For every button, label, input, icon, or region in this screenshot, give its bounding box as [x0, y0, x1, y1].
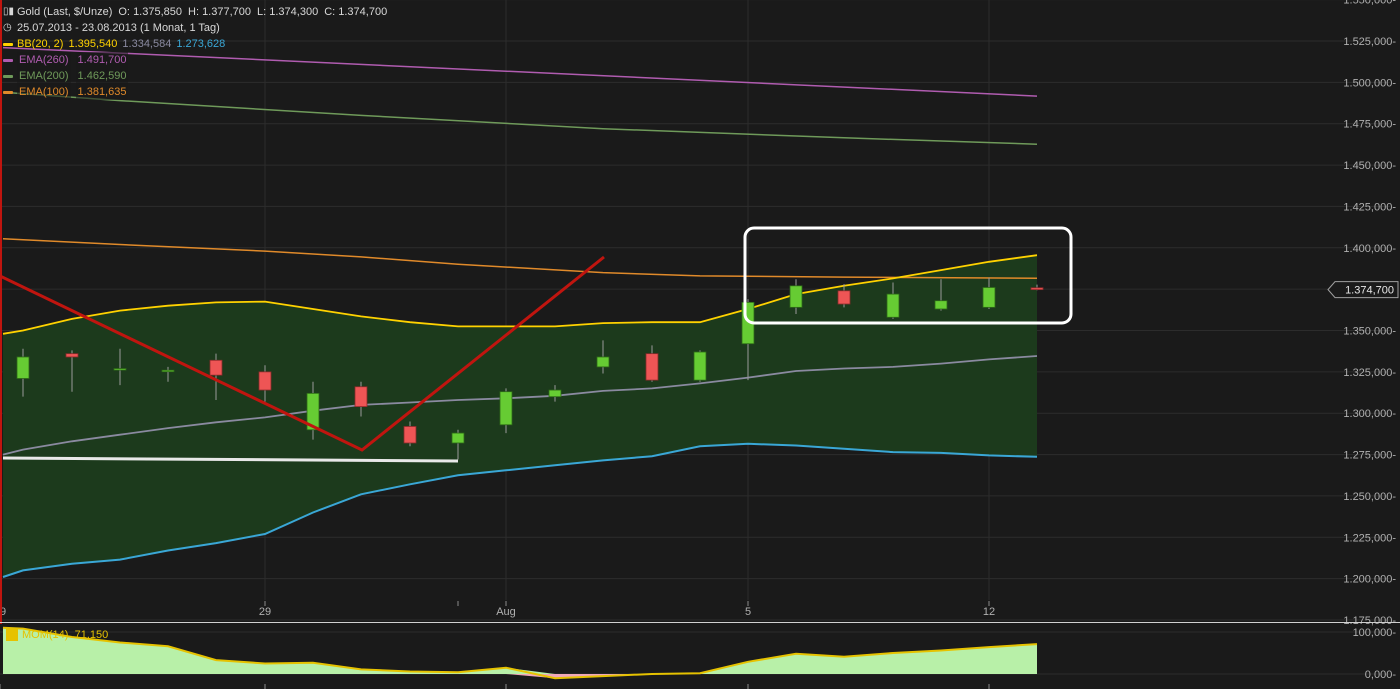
y-tick-label: 1.500,000-	[1343, 77, 1396, 89]
ema200-value: 1.462,590	[75, 68, 129, 84]
ema100-value: 1.381,635	[75, 84, 129, 100]
period-row: ◷ 25.07.2013 - 23.08.2013 (1 Monat, 1 Ta…	[3, 20, 387, 36]
x-tick-label: Aug	[496, 606, 516, 618]
high-label: H:	[188, 6, 199, 18]
close-value: 1.374,700	[338, 6, 388, 18]
y-tick-label: 1.475,000-	[1343, 119, 1396, 131]
open-label: O:	[118, 6, 130, 18]
low-label: L:	[257, 6, 267, 18]
candle-down	[354, 386, 368, 407]
candle-down	[837, 290, 851, 305]
candle-down	[258, 371, 272, 391]
candle-up	[499, 391, 513, 426]
y-tick-label: 1.450,000-	[1343, 160, 1396, 172]
x-tick-label: 29	[259, 606, 271, 618]
momentum-legend[interactable]: MOM(14) 71,150	[6, 629, 108, 641]
y-tick-label: 1.225,000-	[1343, 532, 1396, 544]
bb-upper-value: 1.395,540	[68, 38, 118, 50]
high-value: 1.377,700	[202, 6, 251, 18]
candlestick-icon: ▯▮	[3, 6, 15, 17]
momentum-swatch-icon	[6, 629, 18, 641]
ema260-name: EMA(260)	[17, 52, 71, 68]
candle-down	[65, 353, 79, 358]
y-tick-label: 1.200,000-	[1343, 574, 1396, 586]
y-tick-label: 1.300,000-	[1343, 408, 1396, 420]
momentum-name: MOM(14)	[22, 629, 69, 641]
y-tick-label: 1.550,000-	[1343, 0, 1396, 7]
clock-icon: ◷	[3, 22, 12, 33]
bb-name: BB(20, 2)	[17, 38, 64, 50]
candle-up	[596, 356, 610, 368]
instrument-name: Gold (Last, $/Unze)	[17, 6, 113, 18]
candle-up	[16, 356, 30, 379]
candle-down	[209, 359, 223, 376]
ema260-value: 1.491,700	[75, 52, 129, 68]
legend-ema200[interactable]: EMA(200) 1.462,590	[3, 68, 387, 84]
ema100-name: EMA(100)	[17, 84, 71, 100]
instrument-row: ▯▮ Gold (Last, $/Unze) O: 1.375,850 H: 1…	[3, 4, 387, 20]
ema200-swatch-icon	[3, 74, 13, 78]
legend-bb[interactable]: BB(20, 2) 1.395,540 1.334,584 1.273,628	[3, 36, 387, 52]
candle-up	[693, 351, 707, 381]
close-label: C:	[324, 6, 336, 18]
chart-canvas: 1.175,000- 1.200,000- 1.225,000- 1.250,000-…	[0, 0, 1400, 689]
candle-down	[403, 426, 417, 444]
ema200-name: EMA(200)	[17, 68, 71, 84]
bb-middle-value: 1.334,584	[122, 38, 172, 50]
candle-up	[451, 432, 465, 444]
bb-lower-value: 1.273,628	[176, 38, 226, 50]
candle-down	[645, 353, 659, 381]
y-tick-label: 1.275,000-	[1343, 450, 1396, 462]
y-tick-label: 1.400,000-	[1343, 243, 1396, 255]
y-tick-label: 1.350,000-	[1343, 326, 1396, 338]
current-price-label: 1.374,700	[1345, 285, 1394, 297]
candle-up	[548, 389, 562, 398]
y-tick-label: 1.250,000-	[1343, 491, 1396, 503]
x-tick-label: 5	[745, 606, 751, 618]
y-tick-label: 1.175,000-	[1343, 615, 1396, 627]
legend-ema100[interactable]: EMA(100) 1.381,635	[3, 84, 387, 100]
y-tick-label: 1.325,000-	[1343, 367, 1396, 379]
candle-up	[113, 368, 127, 371]
period-text: 25.07.2013 - 23.08.2013 (1 Monat, 1 Tag)	[17, 22, 220, 34]
legend-ema260[interactable]: EMA(260) 1.491,700	[3, 52, 387, 68]
candle-up	[886, 293, 900, 318]
momentum-y-tick-label: 100,000-	[1353, 627, 1397, 639]
chart-legend: ▯▮ Gold (Last, $/Unze) O: 1.375,850 H: 1…	[3, 4, 387, 100]
open-value: 1.375,850	[133, 6, 182, 18]
bb-swatch-icon	[3, 42, 13, 46]
low-value: 1.374,300	[269, 6, 319, 18]
candle-up	[161, 369, 175, 373]
y-tick-label: 1.525,000-	[1343, 36, 1396, 48]
momentum-y-tick-label: 0,000-	[1365, 669, 1397, 681]
candle-up	[934, 300, 948, 310]
ema100-swatch-icon	[3, 90, 13, 94]
x-tick-label: 12	[983, 606, 995, 618]
candle-up	[789, 285, 803, 308]
candle-up	[982, 287, 996, 308]
momentum-value: 71,150	[74, 629, 109, 641]
ema260-swatch-icon	[3, 58, 13, 62]
y-tick-label: 1.425,000-	[1343, 201, 1396, 213]
